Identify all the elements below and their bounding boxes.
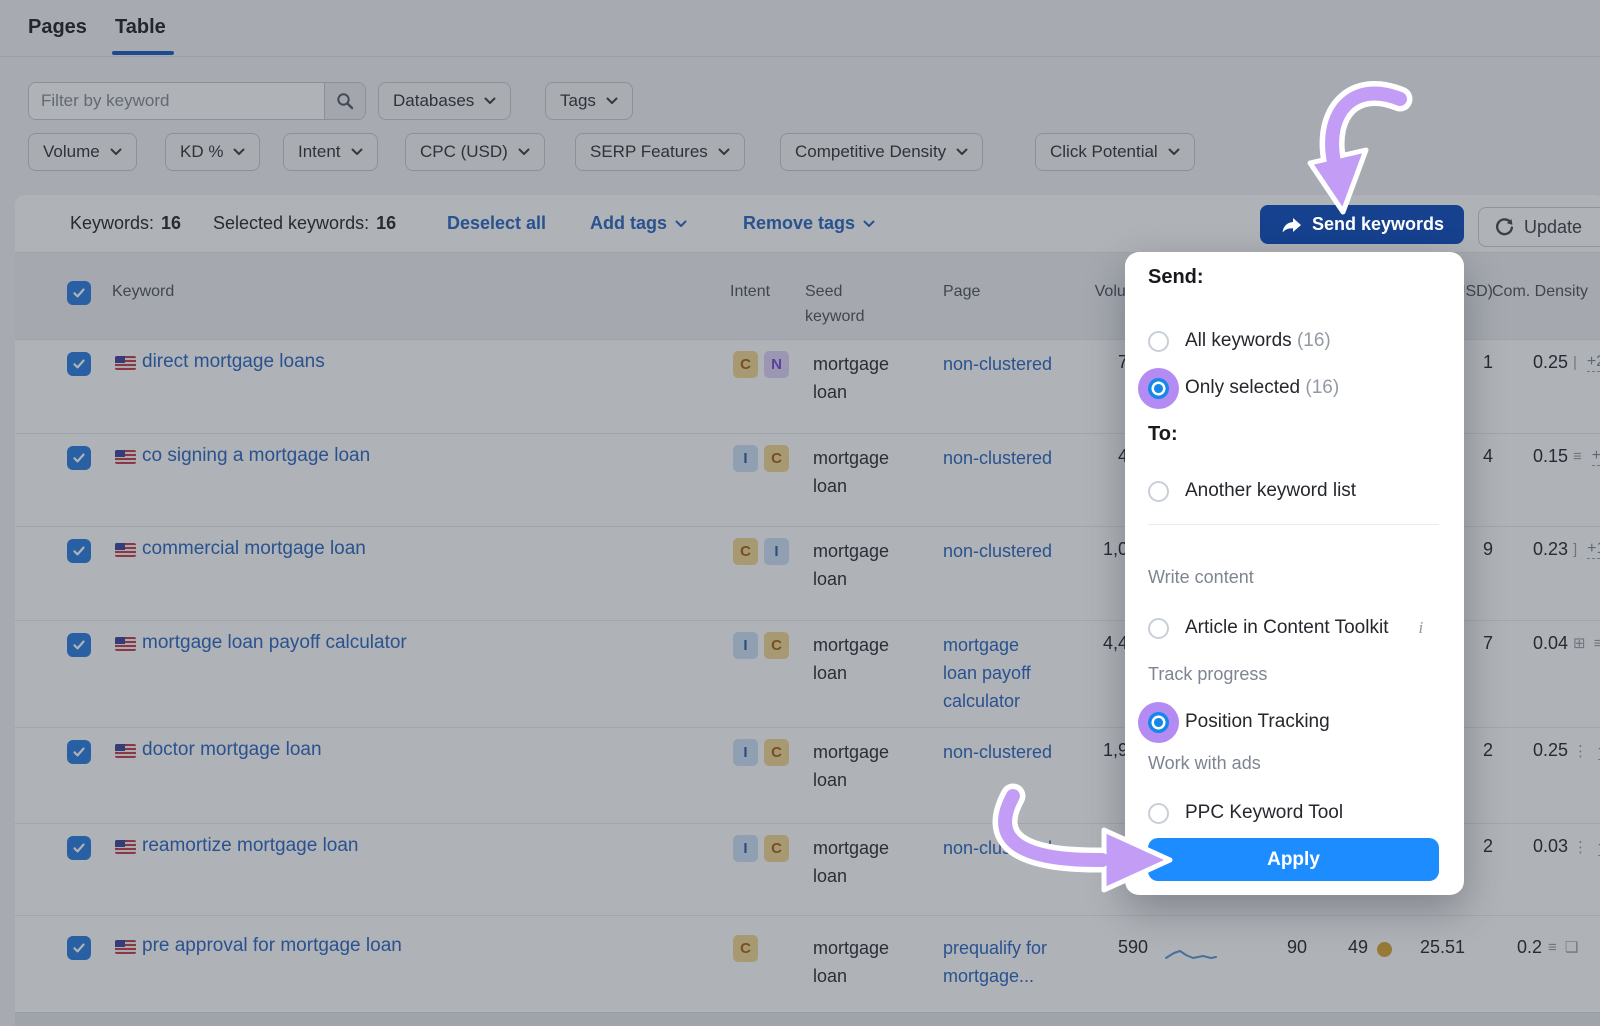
section-track-progress: Track progress bbox=[1148, 664, 1267, 685]
info-icon[interactable]: i bbox=[1418, 618, 1423, 638]
option-only-selected[interactable]: Only selected (16) bbox=[1148, 374, 1339, 402]
section-write-content: Write content bbox=[1148, 567, 1254, 588]
radio-selected[interactable] bbox=[1148, 378, 1169, 399]
radio-unselected[interactable] bbox=[1148, 481, 1169, 502]
option-ppc-keyword-tool[interactable]: PPC Keyword Tool bbox=[1148, 799, 1343, 827]
radio-unselected[interactable] bbox=[1148, 331, 1169, 352]
radio-unselected[interactable] bbox=[1148, 618, 1169, 639]
share-forward-icon bbox=[1280, 217, 1302, 233]
section-work-with-ads: Work with ads bbox=[1148, 753, 1261, 774]
panel-divider bbox=[1148, 524, 1439, 525]
apply-button[interactable]: Apply bbox=[1148, 838, 1439, 881]
option-all-keywords[interactable]: All keywords (16) bbox=[1148, 327, 1331, 355]
option-position-tracking[interactable]: Position Tracking bbox=[1148, 708, 1330, 736]
panel-to-title: To: bbox=[1148, 423, 1178, 446]
panel-send-title: Send: bbox=[1148, 266, 1204, 289]
send-keywords-panel: Send: All keywords (16) Only selected (1… bbox=[1125, 252, 1464, 895]
option-another-keyword-list[interactable]: Another keyword list bbox=[1148, 477, 1356, 505]
radio-selected[interactable] bbox=[1148, 712, 1169, 733]
send-keywords-button[interactable]: Send keywords bbox=[1260, 205, 1464, 244]
keyword-table-screen: Pages Table Databases Tags Volume KD % I… bbox=[0, 0, 1600, 1026]
radio-unselected[interactable] bbox=[1148, 803, 1169, 824]
send-keywords-label: Send keywords bbox=[1312, 214, 1444, 235]
option-article-content-toolkit[interactable]: Article in Content Toolkit i bbox=[1148, 614, 1423, 642]
